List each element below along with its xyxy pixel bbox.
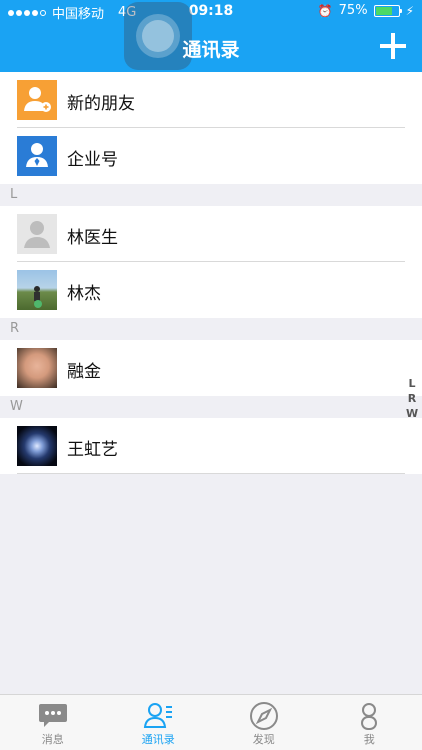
- tab-discover[interactable]: 发现: [211, 695, 317, 750]
- person-icon: [353, 701, 385, 731]
- page-title: 通讯录: [182, 39, 240, 61]
- tab-label: 通讯录: [141, 733, 175, 746]
- contact-name: 融金: [67, 362, 101, 382]
- status-right: ⏰ 75% ⚡: [318, 3, 414, 18]
- divider: [17, 473, 405, 474]
- tab-label: 消息: [41, 733, 64, 746]
- index-letter[interactable]: R: [406, 391, 418, 406]
- contacts-icon: [142, 701, 174, 731]
- contact-row[interactable]: 融金: [0, 340, 422, 396]
- tab-label: 发现: [252, 733, 275, 746]
- add-contact-button[interactable]: [380, 33, 406, 59]
- battery-percent: 75%: [338, 3, 368, 18]
- new-friend-icon: [17, 80, 57, 120]
- compass-icon: [248, 701, 280, 731]
- contact-name: 林杰: [67, 284, 101, 304]
- alphabet-index[interactable]: L R W: [406, 376, 418, 421]
- section-header-r: R: [0, 318, 422, 340]
- contact-name: 王虹艺: [67, 440, 118, 460]
- default-avatar-icon: [17, 214, 57, 254]
- tab-me[interactable]: 我: [317, 695, 422, 750]
- index-letter[interactable]: W: [406, 406, 418, 421]
- contact-row[interactable]: 林医生: [0, 206, 422, 262]
- avatar: [17, 270, 57, 310]
- contact-list: 新的朋友 企业号 L 林医生 林杰 R 融金 W 王虹艺: [0, 72, 422, 474]
- header: 中国移动 4G 09:18 ⏰ 75% ⚡ 通讯录: [0, 0, 422, 72]
- enterprise-row[interactable]: 企业号: [0, 128, 422, 184]
- section-header-w: W: [0, 396, 422, 418]
- avatar: [17, 348, 57, 388]
- row-label: 企业号: [67, 150, 118, 170]
- avatar: [17, 426, 57, 466]
- row-label: 新的朋友: [67, 94, 135, 114]
- alarm-icon: ⏰: [317, 3, 333, 18]
- tab-bar: 消息 通讯录 发现 我: [0, 694, 422, 750]
- charging-icon: ⚡: [405, 3, 414, 18]
- contact-row[interactable]: 林杰: [0, 262, 422, 318]
- battery-icon: [373, 4, 402, 17]
- section-header-l: L: [0, 184, 422, 206]
- enterprise-icon: [17, 136, 57, 176]
- new-friends-row[interactable]: 新的朋友: [0, 72, 422, 128]
- tab-contacts[interactable]: 通讯录: [106, 695, 212, 750]
- contact-row[interactable]: 王虹艺: [0, 418, 422, 474]
- chat-bubble-icon: [37, 701, 69, 731]
- contact-name: 林医生: [67, 228, 118, 248]
- index-letter[interactable]: L: [406, 376, 418, 391]
- tab-messages[interactable]: 消息: [0, 695, 106, 750]
- status-bar: 中国移动 4G 09:18 ⏰ 75% ⚡: [0, 0, 422, 22]
- tab-label: 我: [363, 733, 375, 746]
